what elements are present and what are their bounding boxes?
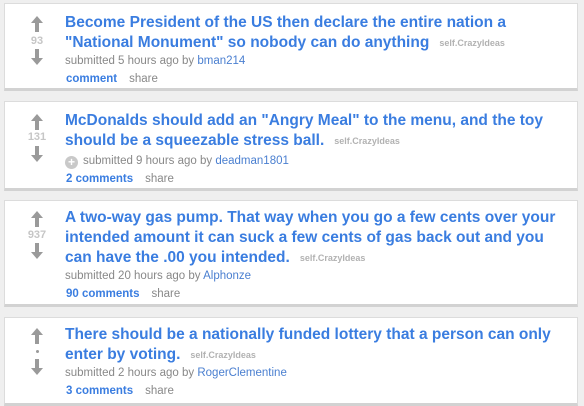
- score-hidden-dot: [36, 350, 39, 353]
- vote-column: 131: [5, 102, 61, 188]
- post-content: A two-way gas pump. That way when you go…: [65, 201, 569, 301]
- vote-column: [5, 318, 61, 403]
- post-card: 937 A two-way gas pump. That way when yo…: [4, 200, 578, 307]
- downvote-arrow-icon[interactable]: [31, 359, 43, 375]
- post-score: 93: [30, 35, 44, 47]
- post-domain[interactable]: self.CrazyIdeas: [334, 136, 400, 146]
- post-title-line: A two-way gas pump. That way when you go…: [65, 208, 569, 268]
- share-link[interactable]: share: [145, 173, 174, 185]
- post-score: 131: [27, 131, 47, 143]
- post-card: 131 McDonalds should add an "Angry Meal"…: [4, 101, 578, 191]
- comments-link[interactable]: comment: [66, 73, 117, 85]
- author-link[interactable]: deadman1801: [215, 155, 289, 167]
- comments-link[interactable]: 3 comments: [66, 385, 133, 397]
- vote-column: 93: [5, 4, 61, 88]
- post-tagline: + submitted 9 hours ago by deadman1801: [65, 154, 569, 169]
- post-tagline: submitted 20 hours ago by Alphonze: [65, 269, 569, 283]
- post-title-line: McDonalds should add an "Angry Meal" to …: [65, 111, 569, 151]
- downvote-arrow-icon[interactable]: [31, 243, 43, 259]
- author-link[interactable]: Alphonze: [203, 270, 251, 282]
- post-buttons: 90 comments share: [65, 287, 569, 301]
- comments-link[interactable]: 2 comments: [66, 173, 133, 185]
- downvote-arrow-icon[interactable]: [31, 146, 43, 162]
- post-buttons: 2 comments share: [65, 172, 569, 186]
- post-title-line: Become President of the US then declare …: [65, 13, 569, 53]
- author-link[interactable]: RogerClementine: [197, 367, 287, 379]
- post-tagline: submitted 5 hours ago by bman214: [65, 54, 569, 68]
- post-card: There should be a nationally funded lott…: [4, 317, 578, 406]
- expand-plus-icon[interactable]: +: [65, 156, 78, 169]
- submitted-text: submitted 9 hours ago by: [83, 155, 213, 167]
- submitted-text: submitted 20 hours ago by: [65, 270, 201, 282]
- comments-link[interactable]: 90 comments: [66, 288, 140, 300]
- share-link[interactable]: share: [145, 385, 174, 397]
- upvote-arrow-icon[interactable]: [31, 16, 43, 32]
- share-link[interactable]: share: [129, 73, 158, 85]
- submitted-text: submitted 5 hours ago by: [65, 55, 195, 67]
- post-domain[interactable]: self.CrazyIdeas: [300, 253, 366, 263]
- post-buttons: 3 comments share: [65, 384, 569, 398]
- post-content: McDonalds should add an "Angry Meal" to …: [65, 102, 569, 186]
- share-link[interactable]: share: [152, 288, 181, 300]
- author-link[interactable]: bman214: [197, 55, 245, 67]
- upvote-arrow-icon[interactable]: [31, 114, 43, 130]
- vote-column: 937: [5, 201, 61, 304]
- post-buttons: comment share: [65, 72, 569, 86]
- post-domain[interactable]: self.CrazyIdeas: [439, 38, 505, 48]
- upvote-arrow-icon[interactable]: [31, 328, 43, 344]
- upvote-arrow-icon[interactable]: [31, 211, 43, 227]
- post-domain[interactable]: self.CrazyIdeas: [190, 350, 256, 360]
- post-title-line: There should be a nationally funded lott…: [65, 325, 569, 365]
- post-content: Become President of the US then declare …: [65, 4, 569, 86]
- post-title-link[interactable]: There should be a nationally funded lott…: [65, 326, 551, 363]
- post-title-link[interactable]: McDonalds should add an "Angry Meal" to …: [65, 112, 543, 149]
- post-score: 937: [27, 229, 47, 241]
- post-card: 93 Become President of the US then decla…: [4, 3, 578, 91]
- post-tagline: submitted 2 hours ago by RogerClementine: [65, 366, 569, 380]
- submitted-text: submitted 2 hours ago by: [65, 367, 195, 379]
- downvote-arrow-icon[interactable]: [31, 49, 43, 65]
- post-content: There should be a nationally funded lott…: [65, 318, 569, 398]
